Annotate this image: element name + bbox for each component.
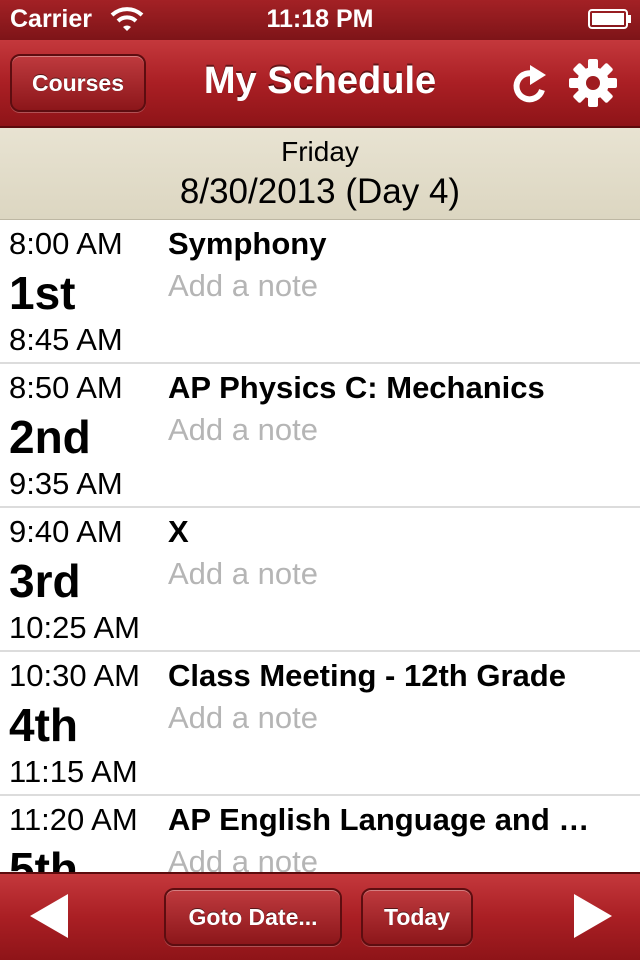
courses-button[interactable]: Courses <box>10 54 146 112</box>
add-note-field[interactable]: Add a note <box>168 412 318 448</box>
course-name: AP Physics C: Mechanics <box>168 370 545 405</box>
period-label: 3rd <box>9 555 81 607</box>
course-name: Class Meeting - 12th Grade <box>168 658 566 693</box>
schedule-row[interactable]: 8:00 AM 1st 8:45 AM Symphony Add a note <box>0 220 640 364</box>
gear-icon[interactable] <box>568 58 618 108</box>
refresh-icon[interactable] <box>508 60 552 108</box>
schedule-row[interactable]: 11:20 AM 5th AP English Language and … A… <box>0 796 640 872</box>
end-time: 8:45 AM <box>9 322 123 357</box>
date-label: 8/30/2013 (Day 4) <box>179 172 461 211</box>
add-note-field[interactable]: Add a note <box>168 844 318 872</box>
schedule-list[interactable]: 8:00 AM 1st 8:45 AM Symphony Add a note … <box>0 220 640 872</box>
course-name: AP English Language and … <box>168 802 590 837</box>
page-title: My Schedule <box>203 60 437 102</box>
start-time: 11:20 AM <box>9 802 138 837</box>
add-note-field[interactable]: Add a note <box>168 700 318 736</box>
day-of-week: Friday <box>281 136 359 167</box>
battery-icon <box>588 9 631 29</box>
start-time: 10:30 AM <box>9 658 140 693</box>
schedule-row[interactable]: 10:30 AM 4th 11:15 AM Class Meeting - 12… <box>0 652 640 796</box>
period-label: 2nd <box>9 411 91 463</box>
add-note-field[interactable]: Add a note <box>168 556 318 592</box>
end-time: 9:35 AM <box>9 466 123 501</box>
period-label: 5th <box>9 843 78 872</box>
prev-arrow-icon[interactable] <box>28 892 70 940</box>
status-bar: Carrier 11:18 PM <box>0 0 640 40</box>
schedule-row[interactable]: 9:40 AM 3rd 10:25 AM X Add a note <box>0 508 640 652</box>
start-time: 9:40 AM <box>9 514 123 549</box>
course-name: Symphony <box>168 226 327 261</box>
period-label: 4th <box>9 699 78 751</box>
schedule-row[interactable]: 8:50 AM 2nd 9:35 AM AP Physics C: Mechan… <box>0 364 640 508</box>
bottom-toolbar: Goto Date... Today <box>0 872 640 960</box>
today-button[interactable]: Today <box>361 888 473 946</box>
end-time: 10:25 AM <box>9 610 140 645</box>
period-label: 1st <box>9 267 76 319</box>
add-note-field[interactable]: Add a note <box>168 268 318 304</box>
course-name: X <box>168 514 189 549</box>
end-time: 11:15 AM <box>9 754 138 789</box>
goto-date-button[interactable]: Goto Date... <box>164 888 342 946</box>
start-time: 8:00 AM <box>9 226 123 261</box>
date-header: Friday 8/30/2013 (Day 4) <box>0 128 640 220</box>
navigation-bar: Courses My Schedule <box>0 40 640 128</box>
start-time: 8:50 AM <box>9 370 123 405</box>
status-time: 11:18 PM <box>266 5 374 33</box>
next-arrow-icon[interactable] <box>572 892 614 940</box>
